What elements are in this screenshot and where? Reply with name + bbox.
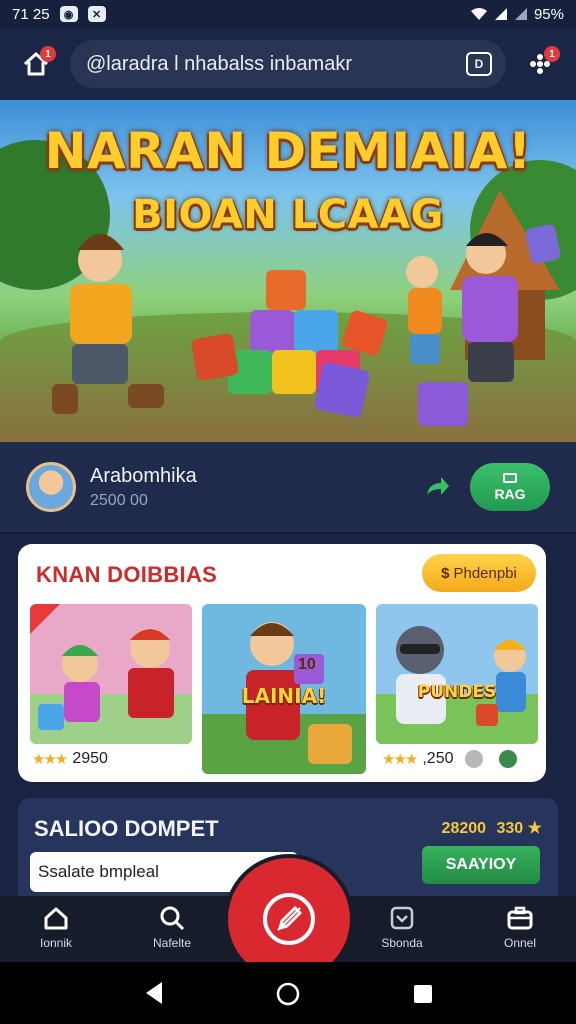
wallet-action-button[interactable]: SAAYIOY [422,846,540,884]
nav-label: Ionnik [39,936,73,950]
menu-button[interactable]: 1 [520,44,560,84]
play-button-label: RAG [494,485,526,502]
home-badge: 1 [40,46,56,62]
menu-badge: 1 [544,46,560,62]
fab-ring [263,893,315,945]
promo-button[interactable]: $ Phdenpbi [422,554,536,592]
games-card: KNAN DOIBBIAS $ Phdenpbi ★★★ 2950 10 LAI… [18,544,546,782]
game-tile[interactable]: PUNDES [376,604,538,744]
game-art [376,604,538,744]
home-icon [44,907,68,930]
nav-label: Sbonda [381,936,423,950]
game-tile[interactable]: 10 LAINIA! [202,604,366,774]
url-text: @laradra l nhabalss inbamakr [86,52,352,75]
notification-app-icon: ◉ [59,6,78,22]
system-navigation-bar [0,962,576,1024]
wallet-amount-value: 28200 [441,820,487,837]
recents-icon[interactable] [412,983,434,1005]
search-icon [160,906,185,931]
wallet-amount-suffix: 330 [496,820,524,837]
tile-rating: ★★★ 2950 [32,750,108,768]
battery-level: 95% [533,5,564,23]
hero-subtitle: BIOAN LCAAG [132,192,444,238]
status-bar: 71 25 ◉ ✕ 95% [0,0,576,28]
games-section-title: KNAN DOIBBIAS [36,562,218,587]
wallet-title: SALIOO DOMPET [34,816,219,841]
profile-row: Arabomhika 2500 00 RAG [0,442,576,534]
nav-label: Nafelte [152,936,192,950]
game-title-label: LAINIA! [241,684,327,708]
coin-icon: $ [441,564,450,582]
rating-stars-icon: ★★★ [32,751,68,768]
currency-icon [465,750,484,768]
nav-item-search[interactable]: Nafelte [132,904,212,950]
profile-subtitle: 2500 00 [90,491,148,509]
home-button[interactable]: 1 [16,44,56,84]
tile-banner-number: 10 [298,656,316,673]
pencil-icon [277,906,302,931]
home-circle-icon[interactable] [276,982,300,1006]
browser-toolbar: 1 @laradra l nhabalss inbamakr D 1 [0,28,576,100]
play-button[interactable]: RAG [470,463,550,511]
rating-stars-icon: ★★★ [382,751,418,768]
game-tile[interactable] [30,604,192,744]
nav-item-shield[interactable]: Sbonda [362,904,442,950]
profile-name: Arabomhika [90,464,197,487]
avatar[interactable] [26,462,76,512]
back-icon[interactable] [142,980,166,1006]
status-time: 71 25 [12,5,50,23]
game-art [30,604,192,744]
nav-item-home[interactable]: Ionnik [16,904,96,950]
hero-banner[interactable]: NARAN DEMIAIA! BIOAN LCAAG [0,100,576,442]
wallet-amount: 28200 330 ★ [442,818,542,838]
signal-icon-2 [514,8,527,20]
globe-icon [499,750,518,768]
notification-game-icon: ✕ [87,6,106,22]
tab-switcher-icon[interactable]: D [466,52,492,76]
hero-title: NARAN DEMIAIA! [44,122,532,180]
tile-rating: ★★★ ,250 [382,750,518,768]
wallet-button-label: SAAYIOY [445,856,517,873]
star-icon: ★ [527,820,542,837]
wifi-icon [470,8,487,20]
nav-label: Onnel [503,936,537,950]
share-icon [427,477,449,495]
wallet-input-value: Ssalate bmpleal [38,862,159,881]
rating-value: ,250 [422,750,454,767]
game-title-label: PUNDES [417,682,497,702]
shield-icon [390,906,414,930]
signal-icon [494,8,507,20]
promo-label: Phdenpbi [453,564,517,582]
url-bar[interactable]: @laradra l nhabalss inbamakr D [70,40,506,88]
controller-icon [503,472,517,483]
rating-value: 2950 [72,750,108,767]
nav-item-bag[interactable]: Onnel [480,904,560,950]
briefcase-icon [507,906,533,930]
share-button[interactable] [422,472,452,502]
